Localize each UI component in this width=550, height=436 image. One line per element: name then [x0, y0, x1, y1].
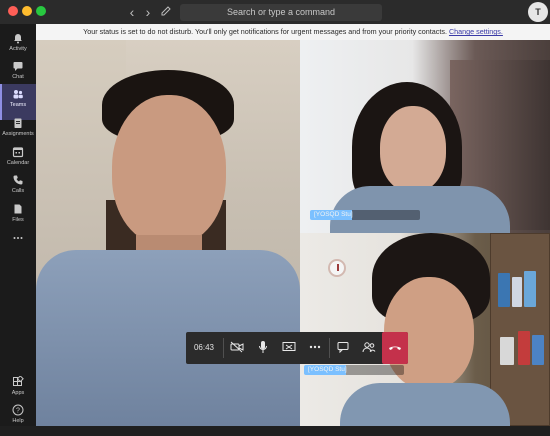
svg-text:?: ?: [16, 408, 20, 415]
apps-icon: [13, 376, 24, 386]
wall-clock: [328, 259, 346, 277]
hang-up-icon: [389, 346, 401, 351]
user-avatar[interactable]: T: [528, 2, 548, 22]
assignments-icon: [14, 118, 22, 128]
left-app-bar: Activity Chat Teams Assignments Calendar…: [0, 24, 36, 426]
sidebar-item-label: Apps: [11, 390, 25, 396]
sidebar-item-label: Help: [12, 418, 24, 424]
participant-name-tag: [YOSQD Stu]: [304, 365, 404, 375]
notification-text: Your status is set to do not disturb. Yo…: [83, 27, 447, 36]
person-face: [112, 95, 226, 245]
sidebar-item-label: Teams: [9, 102, 27, 108]
sidebar-item-label: Calendar: [6, 160, 30, 166]
video-tile-main[interactable]: [36, 40, 300, 426]
minimize-window-button[interactable]: [22, 6, 32, 16]
sidebar-item-help[interactable]: ? Help: [0, 400, 36, 436]
book: [518, 331, 530, 365]
book: [524, 271, 536, 307]
sidebar-item-label: Activity: [9, 46, 27, 52]
files-icon: [14, 204, 22, 214]
bell-icon: [14, 34, 22, 44]
sidebar-item-label: Calls: [11, 188, 25, 194]
sidebar-item-more[interactable]: [0, 228, 36, 252]
chat-icon: [13, 62, 23, 71]
chat-icon: [337, 342, 349, 354]
show-conversation-button[interactable]: [330, 332, 356, 364]
title-bar: ‹ › Search or type a command T: [0, 0, 550, 24]
change-settings-link[interactable]: Change settings.: [449, 27, 503, 36]
sidebar-item-label: Files: [12, 217, 24, 223]
hang-up-button[interactable]: [382, 332, 408, 364]
more-options-icon: [309, 346, 321, 349]
book: [532, 335, 544, 365]
share-screen-icon: [282, 342, 296, 352]
share-screen-button[interactable]: [276, 332, 302, 364]
help-icon: ?: [12, 404, 24, 416]
book: [500, 337, 514, 365]
more-icon: [13, 237, 23, 239]
forward-arrow-icon[interactable]: ›: [140, 3, 156, 21]
calendar-icon: [12, 147, 24, 158]
book: [498, 273, 510, 307]
book: [512, 277, 522, 307]
sidebar-item-label: Assignments: [2, 131, 34, 137]
person-face: [380, 106, 446, 192]
video-tile-bottom-right[interactable]: [YOSQD Stu]: [300, 233, 550, 426]
camera-off-icon: [230, 341, 244, 353]
status-notification-bar: Your status is set to do not disturb. Yo…: [36, 24, 550, 40]
participants-icon: [362, 342, 376, 353]
call-controls-bar: 06:43: [186, 332, 408, 364]
participant-name-tag: [YOSQD Stu]: [310, 210, 420, 220]
call-timer: 06:43: [193, 343, 215, 352]
close-window-button[interactable]: [8, 6, 18, 16]
more-options-button[interactable]: [302, 332, 328, 364]
video-tile-top-right[interactable]: [YOSQD Stu]: [300, 40, 550, 233]
teams-icon: [13, 90, 23, 99]
person-shirt: [340, 383, 510, 426]
compose-icon[interactable]: [158, 3, 174, 21]
microphone-icon: [259, 341, 267, 354]
maximize-window-button[interactable]: [36, 6, 46, 16]
phone-icon: [13, 175, 23, 185]
sidebar-item-label: Chat: [12, 74, 24, 80]
show-participants-button[interactable]: [356, 332, 382, 364]
camera-toggle-button[interactable]: [224, 332, 250, 364]
search-input[interactable]: Search or type a command: [180, 4, 382, 21]
back-arrow-icon[interactable]: ‹: [124, 3, 140, 21]
microphone-toggle-button[interactable]: [250, 332, 276, 364]
